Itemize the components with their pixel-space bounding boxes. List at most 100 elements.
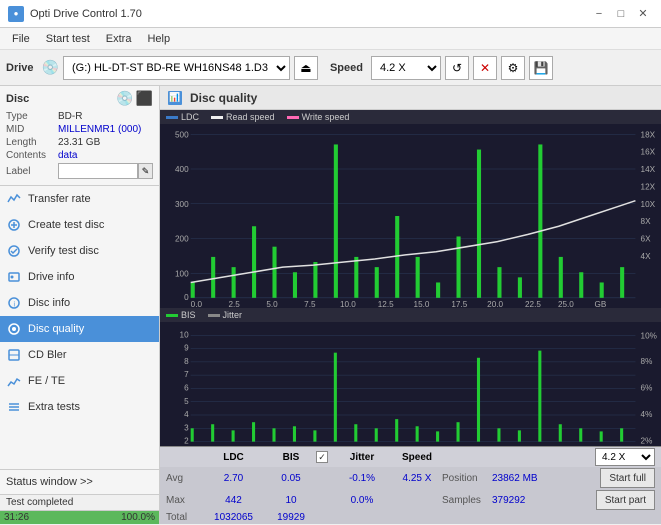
bis-header: BIS [266, 452, 316, 463]
speed-label: Speed [330, 62, 363, 74]
samples-label: Samples [442, 495, 492, 506]
max-label: Max [166, 495, 201, 506]
fe-te-icon [6, 373, 22, 389]
speed-combo[interactable]: 4.2 X [595, 448, 655, 466]
bottom-chart-area: 10 9 8 7 6 5 4 3 2 10% 8% 6% 4% 2% 0.0 [160, 322, 661, 446]
svg-text:16X: 16X [641, 148, 656, 157]
label-edit-button[interactable]: ✎ [138, 163, 153, 179]
legend-write-speed: Write speed [287, 112, 350, 122]
nav-items: Transfer rate Create test disc Verify te… [0, 186, 159, 469]
minimize-button[interactable]: − [589, 6, 609, 22]
nav-create-test-disc-label: Create test disc [28, 219, 104, 231]
legend-ldc-label: LDC [181, 112, 199, 122]
menu-bar: File Start test Extra Help [0, 28, 661, 50]
max-bis: 10 [266, 495, 316, 506]
window-controls: − □ ✕ [589, 6, 653, 22]
drive-select[interactable]: (G:) HL-DT-ST BD-RE WH16NS48 1.D3 [63, 56, 290, 80]
nav-drive-info-label: Drive info [28, 271, 74, 283]
svg-text:22.5: 22.5 [525, 300, 541, 308]
disc-contents-row: Contents data [6, 150, 153, 161]
disc-header-label: Disc [6, 93, 29, 105]
right-panel: 📊 Disc quality LDC Read speed Write spee… [160, 86, 661, 524]
title-bar: ● Opti Drive Control 1.70 − □ ✕ [0, 0, 661, 28]
progress-bar-container: 100.0% 31:26 [0, 510, 159, 524]
nav-transfer-rate[interactable]: Transfer rate [0, 186, 159, 212]
disc-info-icon: i [6, 295, 22, 311]
settings-button[interactable]: ⚙ [501, 56, 525, 80]
avg-jitter: -0.1% [332, 473, 392, 484]
svg-text:8: 8 [184, 357, 189, 366]
start-part-button[interactable]: Start part [596, 490, 655, 510]
svg-text:300: 300 [175, 200, 189, 209]
contents-value: data [58, 150, 77, 161]
stats-headers-row: LDC BIS ✓ Jitter Speed 4.2 X [160, 447, 661, 467]
chart-header: 📊 Disc quality [160, 86, 661, 110]
nav-create-test-disc[interactable]: Create test disc [0, 212, 159, 238]
svg-text:2%: 2% [641, 437, 653, 446]
menu-help[interactable]: Help [139, 31, 178, 47]
app-title: Opti Drive Control 1.70 [30, 8, 142, 20]
toolbar: Drive 💿 (G:) HL-DT-ST BD-RE WH16NS48 1.D… [0, 50, 661, 86]
svg-text:4: 4 [184, 410, 189, 419]
close-button[interactable]: ✕ [633, 6, 653, 22]
chart-title: Disc quality [190, 91, 257, 105]
read-speed-color [211, 116, 223, 119]
progress-time: 31:26 [4, 511, 155, 525]
refresh-button[interactable]: ↺ [445, 56, 469, 80]
nav-cd-bler-label: CD Bler [28, 349, 67, 361]
nav-verify-test-disc[interactable]: Verify test disc [0, 238, 159, 264]
svg-text:7.5: 7.5 [304, 300, 316, 308]
svg-text:12.5: 12.5 [378, 300, 394, 308]
chart-icon: 📊 [168, 91, 182, 105]
nav-fe-te[interactable]: FE / TE [0, 368, 159, 394]
avg-bis: 0.05 [266, 473, 316, 484]
nav-extra-tests[interactable]: Extra tests [0, 394, 159, 420]
svg-text:8%: 8% [641, 357, 653, 366]
svg-text:10.0: 10.0 [340, 300, 356, 308]
menu-file[interactable]: File [4, 31, 38, 47]
svg-text:20.0: 20.0 [487, 300, 503, 308]
write-speed-color [287, 116, 299, 119]
bottom-chart-legend: BIS Jitter [160, 308, 661, 322]
mid-label: MID [6, 124, 58, 135]
svg-text:400: 400 [175, 165, 189, 174]
avg-row: Avg 2.70 0.05 -0.1% 4.25 X Position 2386… [160, 467, 661, 489]
jitter-header: Jitter [332, 452, 392, 463]
disc-type-row: Type BD-R [6, 111, 153, 122]
menu-starttest[interactable]: Start test [38, 31, 98, 47]
disc-label-row: Label ✎ [6, 163, 153, 179]
samples-value: 379292 [492, 495, 552, 506]
total-ldc: 1032065 [201, 512, 266, 523]
svg-text:6%: 6% [641, 384, 653, 393]
nav-fe-te-label: FE / TE [28, 375, 65, 387]
total-row: Total 1032065 19929 [160, 511, 661, 524]
legend-jitter-label: Jitter [223, 310, 243, 320]
speed-select[interactable]: 4.2 X [371, 56, 441, 80]
nav-drive-info[interactable]: Drive info [0, 264, 159, 290]
svg-text:2: 2 [184, 437, 189, 446]
erase-button[interactable]: ✕ [473, 56, 497, 80]
maximize-button[interactable]: □ [611, 6, 631, 22]
nav-disc-info[interactable]: i Disc info [0, 290, 159, 316]
svg-text:5.0: 5.0 [266, 300, 278, 308]
nav-cd-bler[interactable]: CD Bler [0, 342, 159, 368]
disc-section: Disc 💿 ⬛ Type BD-R MID MILLENMR1 (000) L… [0, 86, 159, 186]
label-input[interactable] [58, 163, 138, 179]
nav-verify-test-disc-label: Verify test disc [28, 245, 99, 257]
eject-button[interactable]: ⏏ [294, 56, 318, 80]
svg-text:18X: 18X [641, 130, 656, 139]
status-window-button[interactable]: Status window >> [0, 470, 159, 494]
jitter-checkbox[interactable]: ✓ [316, 451, 328, 463]
svg-text:10: 10 [180, 330, 190, 339]
total-bis: 19929 [266, 512, 316, 523]
svg-text:GB: GB [595, 300, 607, 308]
footer-status: Test completed [6, 497, 73, 508]
legend-ldc: LDC [166, 112, 199, 122]
nav-disc-quality[interactable]: Disc quality [0, 316, 159, 342]
save-button[interactable]: 💾 [529, 56, 553, 80]
legend-bis: BIS [166, 310, 196, 320]
start-full-button[interactable]: Start full [600, 468, 655, 488]
disc-icons: 💿 ⬛ [116, 90, 153, 107]
menu-extra[interactable]: Extra [98, 31, 140, 47]
transfer-rate-icon [6, 191, 22, 207]
